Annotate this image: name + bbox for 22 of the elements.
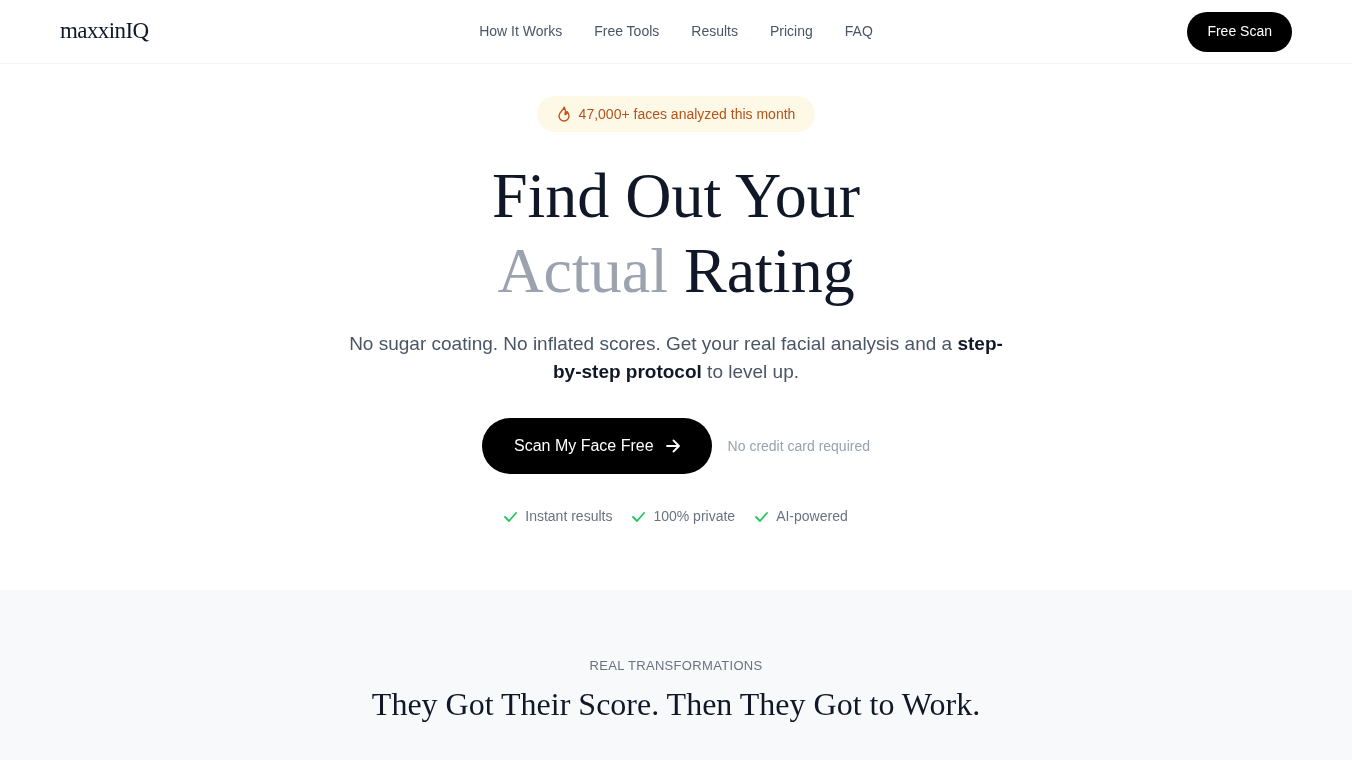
feature-label: 100% private xyxy=(653,507,736,526)
feature-label: AI-powered xyxy=(776,507,848,526)
hero-heading: Find Out Your Actual Rating xyxy=(491,159,861,308)
section-heading: They Got Their Score. Then They Got to Work. xyxy=(371,684,981,724)
nav-link[interactable]: Pricing xyxy=(770,21,813,42)
stats-badge: 47,000+ faces analyzed this month xyxy=(536,96,816,132)
check-icon xyxy=(504,511,518,522)
nav-link[interactable]: Results xyxy=(691,21,738,42)
check-icon xyxy=(632,511,646,522)
logo[interactable]: maxxinIQ xyxy=(60,14,149,49)
arrow-right-icon xyxy=(665,439,680,453)
feature-label: Instant results xyxy=(525,507,613,526)
nav-link[interactable]: How It Works xyxy=(479,21,563,42)
section-eyebrow: REAL TRANSFORMATIONS xyxy=(589,657,763,675)
nav-link[interactable]: FAQ xyxy=(844,21,873,42)
no-credit-card-note: No credit card required xyxy=(727,436,870,456)
check-icon xyxy=(755,511,769,522)
nav-link[interactable]: Free Tools xyxy=(594,21,660,42)
flame-icon xyxy=(556,106,571,122)
free-scan-button[interactable]: Free Scan xyxy=(1187,11,1292,52)
scan-face-button[interactable]: Scan My Face Free xyxy=(482,418,712,474)
hero-subtitle: No sugar coating. No inflated scores. Get your real facial analysis and a step-by-step protocol to level up. xyxy=(348,332,1004,384)
